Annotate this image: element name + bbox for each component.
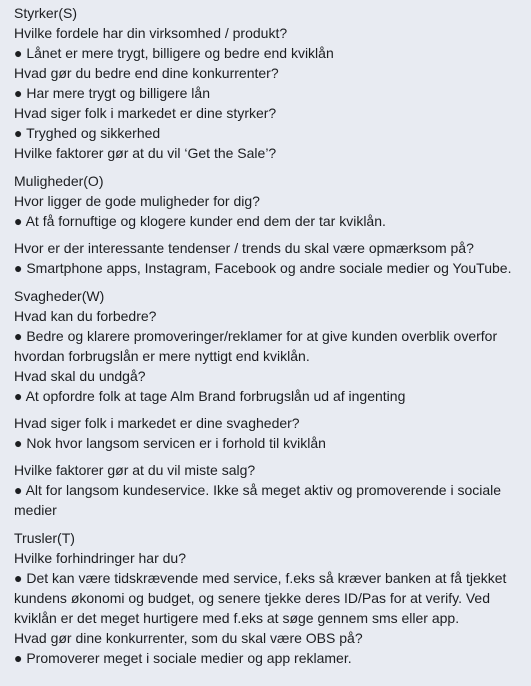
opportunities-answer-trends: ● Smartphone apps, Instagram, Facebook o… — [14, 260, 512, 276]
weaknesses-question-avoid: Hvad skal du undgå? — [14, 368, 146, 384]
swot-analysis-panel: Styrker(S) Hvilke fordele har din virkso… — [0, 0, 531, 686]
threats-heading: Trusler(T) — [14, 530, 75, 546]
strengths-question-advantages: Hvilke fordele har din virksomhed / prod… — [14, 25, 288, 41]
opportunities-section: Muligheder(O) Hvor ligger de gode muligh… — [14, 171, 521, 278]
strengths-question-market: Hvad siger folk i markedet er dine styrk… — [14, 105, 277, 121]
strengths-heading: Styrker(S) — [14, 5, 77, 21]
threats-question-competitors: Hvad gør dine konkurrenter, som du skal … — [14, 630, 363, 646]
strengths-answer-advantages: ● Lånet er mere trygt, billigere og bedr… — [14, 45, 334, 61]
threats-question-obstacles: Hvilke forhindringer har du? — [14, 550, 186, 566]
weaknesses-answer-lose-sale: ● Alt for langsom kundeservice. Ikke så … — [14, 482, 502, 518]
threats-answer-competitors: ● Promoverer meget i sociale medier og a… — [14, 650, 352, 666]
weaknesses-answer-market: ● Nok hvor langsom servicen er i forhold… — [14, 435, 326, 451]
threats-answer-obstacles: ● Det kan være tidskrævende med service,… — [14, 570, 507, 626]
weaknesses-answer-avoid: ● At opfordre folk at tage Alm Brand for… — [14, 388, 406, 404]
strengths-section: Styrker(S) Hvilke fordele har din virkso… — [14, 3, 521, 163]
weaknesses-section: Svagheder(W) Hvad kan du forbedre? ● Bed… — [14, 286, 521, 520]
weaknesses-question-market: Hvad siger folk i markedet er dine svagh… — [14, 415, 300, 431]
strengths-question-better: Hvad gør du bedre end dine konkurrenter? — [14, 65, 279, 81]
weaknesses-heading: Svagheder(W) — [14, 288, 105, 304]
opportunities-answer-where: ● At få fornuftige og klogere kunder end… — [14, 213, 386, 229]
weaknesses-question-lose-sale: Hvilke faktorer gør at du vil miste salg… — [14, 462, 256, 478]
strengths-answer-market: ● Tryghed og sikkerhed — [14, 125, 161, 141]
weaknesses-question-improve: Hvad kan du forbedre? — [14, 308, 157, 324]
strengths-answer-better: ● Har mere trygt og billigere lån — [14, 85, 210, 101]
opportunities-question-trends: Hvor er der interessante tendenser / tre… — [14, 240, 474, 256]
opportunities-question-where: Hvor ligger de gode muligheder for dig? — [14, 193, 260, 209]
threats-section: Trusler(T) Hvilke forhindringer har du? … — [14, 528, 521, 668]
strengths-question-sale: Hvilke faktorer gør at du vil ‘Get the S… — [14, 145, 277, 161]
opportunities-heading: Muligheder(O) — [14, 173, 104, 189]
weaknesses-answer-improve: ● Bedre og klarere promoveringer/reklame… — [14, 328, 498, 364]
